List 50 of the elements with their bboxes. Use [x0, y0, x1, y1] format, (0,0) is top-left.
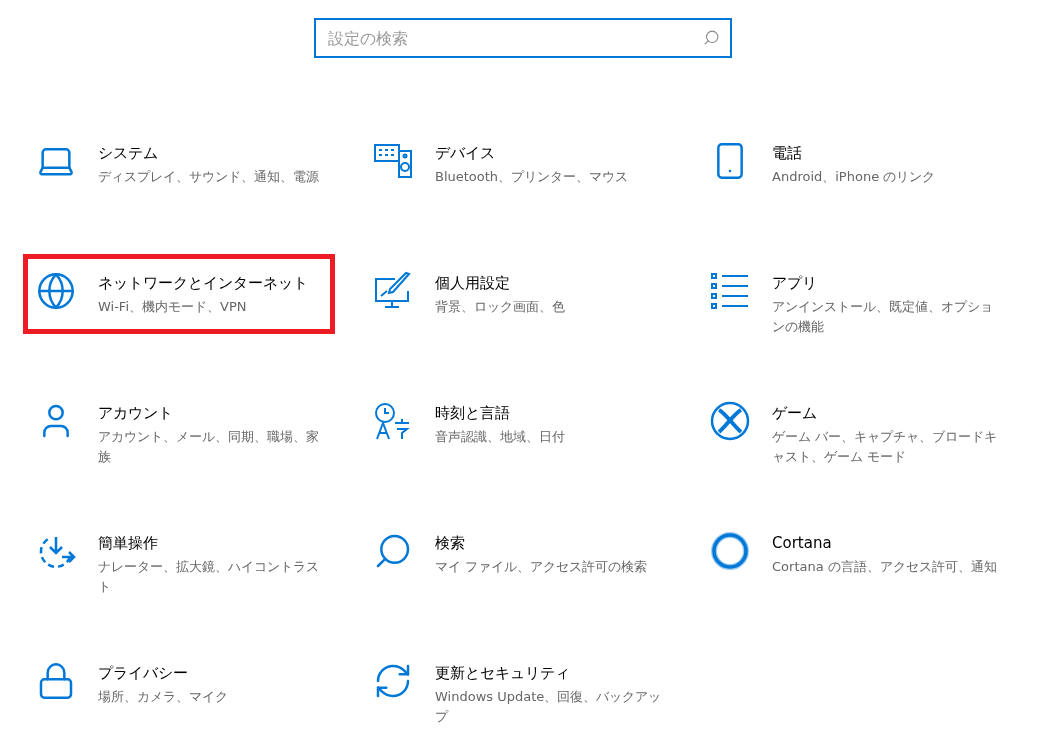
category-title: ゲーム [772, 403, 818, 424]
category-tile[interactable]: 個人用設定 背景、ロック画面、色 [360, 254, 672, 334]
category-description: アンインストール、既定値、オプションの機能 [772, 298, 994, 336]
category-tile[interactable]: プライバシー 場所、カメラ、マイク [23, 644, 335, 724]
category-description: Bluetooth、プリンター、マウス [435, 168, 629, 186]
category-title: 電話 [772, 143, 803, 164]
category-title: 時刻と言語 [435, 403, 511, 424]
ring-icon [710, 531, 750, 571]
monitor-brush-icon [373, 271, 413, 311]
category-description: 背景、ロック画面、色 [435, 298, 565, 316]
globe-icon [36, 271, 76, 311]
category-description: Android、iPhone のリンク [772, 168, 936, 186]
category-tile[interactable]: ネットワークとインターネット Wi-Fi、機内モード、VPN [23, 254, 335, 334]
category-description: ディスプレイ、サウンド、通知、電源 [98, 168, 319, 186]
category-title: システム [98, 143, 159, 164]
category-tile[interactable]: システム ディスプレイ、サウンド、通知、電源 [23, 124, 335, 204]
category-title: 簡単操作 [98, 533, 159, 554]
category-title: アカウント [98, 403, 174, 424]
category-title: プライバシー [98, 663, 189, 684]
category-title: ネットワークとインターネット [98, 273, 308, 294]
category-description: マイ ファイル、アクセス許可の検索 [435, 558, 648, 576]
category-description: Windows Update、回復、バックアップ [435, 688, 663, 726]
category-tile[interactable]: デバイス Bluetooth、プリンター、マウス [360, 124, 672, 204]
list-icon [710, 271, 750, 311]
category-description: 音声認識、地域、日付 [435, 428, 565, 446]
category-tile[interactable]: 更新とセキュリティ Windows Update、回復、バックアップ [360, 644, 672, 744]
category-tile[interactable]: 時刻と言語 音声認識、地域、日付 [360, 384, 672, 464]
category-description: Wi-Fi、機内モード、VPN [98, 298, 248, 316]
category-description: アカウント、メール、同期、職場、家族 [98, 428, 320, 466]
category-title: 更新とセキュリティ [435, 663, 571, 684]
category-tile[interactable]: 簡単操作 ナレーター、拡大鏡、ハイコントラスト [23, 514, 335, 614]
category-tile[interactable]: 検索 マイ ファイル、アクセス許可の検索 [360, 514, 672, 594]
category-tile[interactable]: アプリ アンインストール、既定値、オプションの機能 [697, 254, 1009, 354]
category-title: 個人用設定 [435, 273, 511, 294]
category-description: ゲーム バー、キャプチャ、ブロードキャスト、ゲーム モード [772, 428, 999, 466]
search-icon [703, 29, 720, 46]
x-circle-icon [710, 401, 750, 441]
keyboard-speaker-icon [373, 141, 413, 181]
category-tile[interactable]: アカウント アカウント、メール、同期、職場、家族 [23, 384, 335, 484]
category-title: アプリ [772, 273, 818, 294]
category-tile[interactable]: ゲーム ゲーム バー、キャプチャ、ブロードキャスト、ゲーム モード [697, 384, 1009, 484]
category-tile[interactable]: 電話 Android、iPhone のリンク [697, 124, 1009, 204]
category-title: デバイス [435, 143, 496, 164]
category-tile[interactable]: Cortana Cortana の言語、アクセス許可、通知 [697, 514, 1009, 594]
category-description: Cortana の言語、アクセス許可、通知 [772, 558, 997, 576]
category-title: 検索 [435, 533, 466, 554]
search-field[interactable]: 設定の検索 [314, 18, 732, 58]
category-title: Cortana [772, 533, 833, 554]
category-description: 場所、カメラ、マイク [98, 688, 228, 706]
category-description: ナレーター、拡大鏡、ハイコントラスト [98, 558, 320, 596]
